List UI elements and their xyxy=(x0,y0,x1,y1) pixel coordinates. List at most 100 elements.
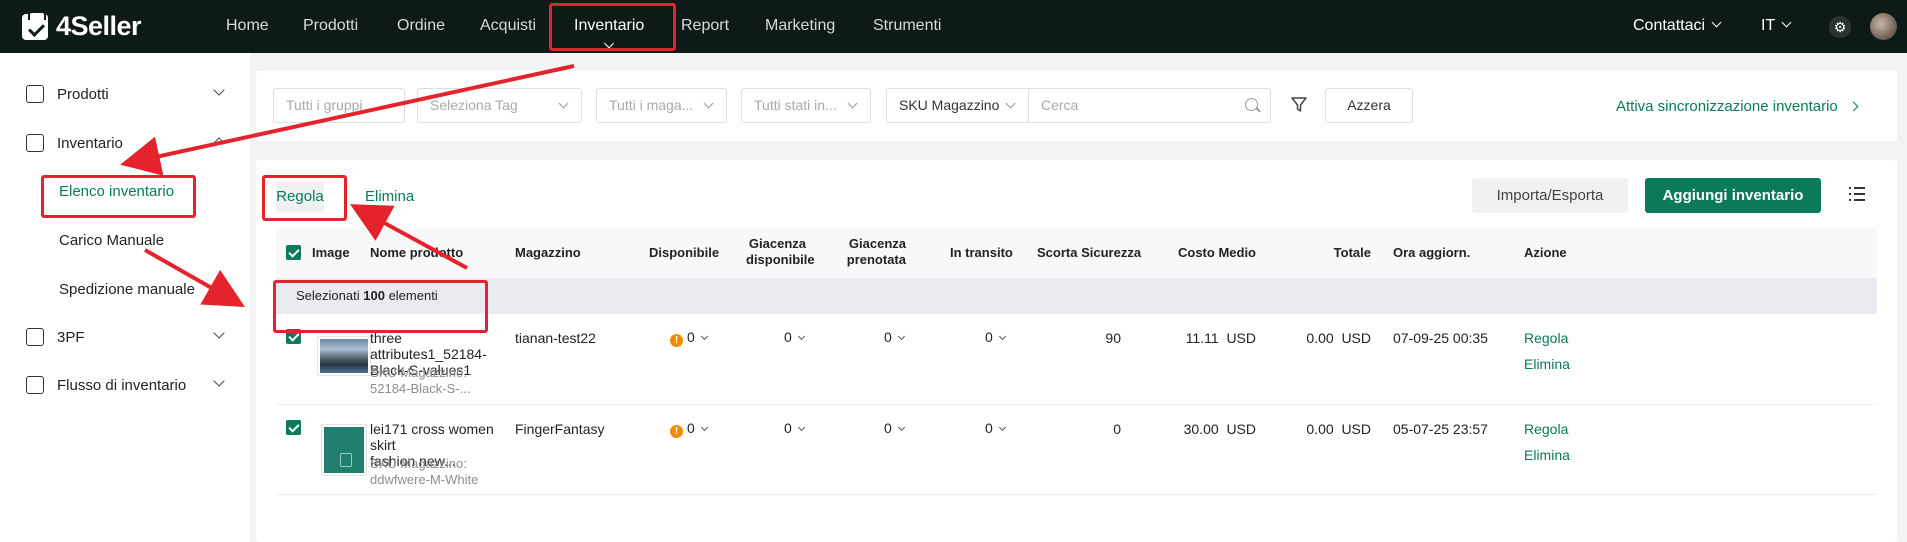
nav-strumenti[interactable]: Strumenti xyxy=(873,0,941,53)
chevron-down-icon xyxy=(703,98,714,109)
group-select[interactable]: Tutti i gruppi xyxy=(273,88,405,123)
sidebar-subitem-carico-manuale[interactable]: Carico Manuale xyxy=(59,232,164,249)
row-checkbox[interactable] xyxy=(286,420,301,435)
sku-value: ddwfwere-M-White xyxy=(370,472,479,487)
row-adjust-link[interactable]: Regola xyxy=(1524,421,1568,437)
filter-funnel-icon[interactable] xyxy=(1290,96,1308,114)
sidebar-item-inventario[interactable]: Inventario xyxy=(0,123,250,163)
delete-button[interactable]: Elimina xyxy=(365,182,414,212)
product-thumbnail[interactable] xyxy=(318,337,370,375)
available-dropdown[interactable]: ! 0 xyxy=(670,329,708,347)
nav-marketing[interactable]: Marketing xyxy=(765,0,835,53)
brand-logo[interactable]: 4Seller xyxy=(22,10,202,42)
sidebar-item-flusso-inventario[interactable]: Flusso di inventario xyxy=(0,365,250,405)
selection-summary: Selezionati 100 elementi xyxy=(276,278,1877,314)
available-dropdown[interactable]: ! 0 xyxy=(670,420,708,438)
row-adjust-link[interactable]: Regola xyxy=(1524,330,1568,346)
column-settings-icon[interactable] xyxy=(1849,187,1865,201)
select-all-checkbox[interactable] xyxy=(286,245,301,260)
tag-select-placeholder: Seleziona Tag xyxy=(430,97,518,113)
chevron-right-icon xyxy=(1848,101,1859,112)
status-select[interactable]: Tutti stati in... xyxy=(741,88,871,123)
table-row[interactable]: three attributes1_52184- Black-S-values1… xyxy=(276,315,1877,405)
nav-home[interactable]: Home xyxy=(226,0,269,53)
chevron-down-icon xyxy=(897,423,905,432)
warehouse-select[interactable]: Tutti i maga... xyxy=(596,88,727,123)
chevron-down-icon xyxy=(700,332,708,341)
search-input[interactable]: Cerca xyxy=(1028,88,1271,123)
total-value: 0.00 USD xyxy=(1276,330,1371,346)
gear-icon[interactable]: ⚙ xyxy=(1829,16,1851,38)
product-thumbnail[interactable] xyxy=(322,425,366,475)
language-menu[interactable]: IT xyxy=(1761,0,1792,53)
add-inventory-button[interactable]: Aggiungi inventario xyxy=(1645,178,1821,213)
stock-reserved-dropdown[interactable]: 0 xyxy=(884,329,905,345)
sidebar-subitem-elenco-inventario[interactable]: Elenco inventario xyxy=(59,183,174,200)
col-warehouse[interactable]: Magazzino xyxy=(515,245,581,261)
nav-inventario[interactable]: Inventario xyxy=(574,0,644,53)
col-safety-stock[interactable]: Scorta Sicurezza xyxy=(1037,245,1141,261)
chevron-down-icon xyxy=(213,327,225,339)
warehouse-sku: SKU Magazzino: 52184-Black-S-... xyxy=(370,365,520,397)
col-available[interactable]: Disponibile xyxy=(649,245,719,261)
col-stock-reserved[interactable]: Giacenza prenotata xyxy=(846,236,906,268)
chevron-down-icon xyxy=(213,84,225,96)
sku-label: SKU Magazzino: xyxy=(370,456,467,471)
updated-time: 07-09-25 00:35 xyxy=(1393,330,1488,346)
sidebar-item-prodotti[interactable]: Prodotti xyxy=(0,74,250,114)
col-avg-cost[interactable]: Costo Medio xyxy=(1156,245,1256,261)
logo-icon xyxy=(22,10,48,40)
nav-ordine[interactable]: Ordine xyxy=(397,0,445,53)
selection-prefix: Selezionati xyxy=(296,288,360,303)
sidebar-item-label: Prodotti xyxy=(57,85,109,103)
col-in-transit[interactable]: In transito xyxy=(950,245,1013,261)
sku-type-select[interactable]: SKU Magazzino xyxy=(886,88,1029,123)
sidebar-item-label: Inventario xyxy=(57,134,123,152)
col-stock-available-line1: Giacenza xyxy=(748,236,806,251)
avatar[interactable] xyxy=(1870,13,1897,40)
col-updated[interactable]: Ora aggiorn. xyxy=(1393,245,1470,261)
sidebar-item-3pf[interactable]: 3PF xyxy=(0,317,250,357)
total-value: 0.00 USD xyxy=(1276,421,1371,437)
col-total[interactable]: Totale xyxy=(1316,245,1371,261)
col-product-name[interactable]: Nome prodotto xyxy=(370,245,463,261)
row-checkbox[interactable] xyxy=(286,329,301,344)
nav-prodotti[interactable]: Prodotti xyxy=(303,0,358,53)
row-delete-link[interactable]: Elimina xyxy=(1524,356,1570,372)
nav-acquisti[interactable]: Acquisti xyxy=(480,0,536,53)
available-value: 0 xyxy=(687,329,695,345)
table-row[interactable]: lei171 cross women skirt fashion new... … xyxy=(276,405,1877,495)
import-export-button[interactable]: Importa/Esporta xyxy=(1472,178,1628,213)
safety-stock-value: 0 xyxy=(1113,421,1121,437)
sync-inventory-link[interactable]: Attiva sincronizzazione inventario xyxy=(1616,98,1859,115)
col-stock-available-line2: disponibile xyxy=(746,252,815,267)
row-delete-link[interactable]: Elimina xyxy=(1524,447,1570,463)
in-transit-dropdown[interactable]: 0 xyxy=(985,329,1006,345)
reset-button[interactable]: Azzera xyxy=(1325,88,1413,123)
contacts-menu[interactable]: Contattaci xyxy=(1633,0,1722,53)
tag-select[interactable]: Seleziona Tag xyxy=(417,88,582,123)
avg-cost-currency: USD xyxy=(1226,421,1256,437)
status-select-placeholder: Tutti stati in... xyxy=(754,97,837,113)
warning-icon: ! xyxy=(670,425,683,438)
stock-available-value: 0 xyxy=(784,420,792,436)
adjust-button[interactable]: Regola xyxy=(276,182,324,212)
sku-type-label: SKU Magazzino xyxy=(899,97,1000,113)
sidebar-subitem-spedizione-manuale[interactable]: Spedizione manuale xyxy=(59,281,195,298)
warehouse-name: tianan-test22 xyxy=(515,330,596,346)
sku-value: 52184-Black-S-... xyxy=(370,381,471,396)
nav-report[interactable]: Report xyxy=(681,0,729,53)
total-currency: USD xyxy=(1341,421,1371,437)
in-transit-dropdown[interactable]: 0 xyxy=(985,420,1006,436)
warehouse-sku: SKU Magazzino: ddwfwere-M-White xyxy=(370,456,520,488)
inventory-list-card: Regola Elimina Importa/Esporta Aggiungi … xyxy=(256,160,1897,542)
stock-reserved-dropdown[interactable]: 0 xyxy=(884,420,905,436)
warehouse-select-placeholder: Tutti i maga... xyxy=(609,97,694,113)
col-stock-available[interactable]: Giacenza disponibile xyxy=(746,236,815,268)
search-placeholder: Cerca xyxy=(1041,97,1079,113)
stock-available-dropdown[interactable]: 0 xyxy=(784,420,805,436)
col-stock-reserved-line1: Giacenza xyxy=(848,236,906,251)
stock-available-dropdown[interactable]: 0 xyxy=(784,329,805,345)
table-header: Image Nome prodotto Magazzino Disponibil… xyxy=(276,228,1877,278)
chevron-down-icon xyxy=(998,423,1006,432)
